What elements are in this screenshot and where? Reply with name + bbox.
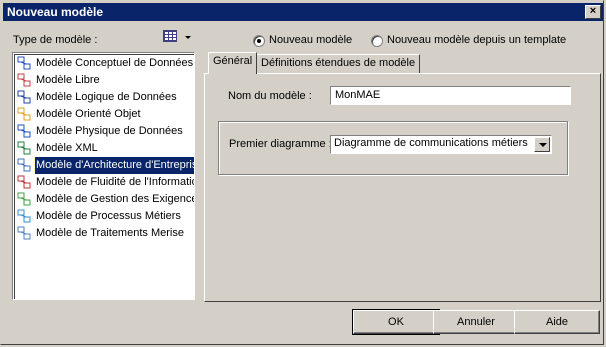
list-item[interactable]: Modèle Conceptuel de Données <box>16 55 194 72</box>
first-diagram-value: Diagramme de communications métiers <box>334 137 528 149</box>
first-diagram-label: Premier diagramme : <box>229 138 332 150</box>
tab-extended-definitions[interactable]: Définitions étendues de modèle <box>256 54 421 73</box>
xml-icon <box>17 141 31 155</box>
from-template-radio[interactable] <box>371 35 383 47</box>
tab-general[interactable]: Général <box>208 52 258 74</box>
list-item-label: Modèle Conceptuel de Données <box>36 57 194 69</box>
model-name-value: MonMAE <box>335 89 381 101</box>
list-item[interactable]: Modèle Physique de Données <box>16 123 194 140</box>
new-model-dialog: Nouveau modèle × Type de modèle : Modèle… <box>0 0 604 345</box>
list-item[interactable]: Modèle Orienté Objet <box>16 106 194 123</box>
tab-extended-definitions-label: Définitions étendues de modèle <box>261 57 416 69</box>
new-model-radio[interactable] <box>253 35 265 47</box>
list-item[interactable]: Modèle Libre <box>16 72 194 89</box>
mld-icon <box>17 90 31 104</box>
list-item-label: Modèle de Traitements Merise <box>36 227 184 239</box>
business-process-icon <box>17 209 31 223</box>
list-item[interactable]: Modèle de Processus Métiers <box>16 208 194 225</box>
model-name-input[interactable]: MonMAE <box>330 86 571 105</box>
model-type-label: Type de modèle : <box>13 34 98 46</box>
merise-icon <box>17 226 31 240</box>
general-tab-panel <box>204 73 601 302</box>
ok-button[interactable]: OK <box>352 309 440 335</box>
view-mode-icon[interactable] <box>163 30 177 42</box>
mcd-icon <box>17 56 31 70</box>
view-mode-dropdown-icon[interactable] <box>185 36 191 39</box>
enterprise-icon <box>17 158 31 172</box>
dialog-title: Nouveau modèle <box>7 5 104 19</box>
chevron-down-icon[interactable] <box>534 137 550 152</box>
list-item[interactable]: Modèle de Fluidité de l'Information <box>16 174 195 191</box>
list-item[interactable]: Modèle Logique de Données <box>16 89 194 106</box>
tab-general-label: Général <box>213 55 253 67</box>
close-icon: × <box>589 5 597 17</box>
list-item-label: Modèle d'Architecture d'Entreprise <box>33 157 194 174</box>
mpd-icon <box>17 124 31 138</box>
list-item-label: Modèle de Gestion des Exigences <box>36 193 195 205</box>
list-item[interactable]: Modèle d'Architecture d'Entreprise <box>16 157 194 174</box>
list-item-label: Modèle Orienté Objet <box>36 108 141 120</box>
list-item[interactable]: Modèle XML <box>16 140 194 157</box>
list-item[interactable]: Modèle de Gestion des Exigences <box>16 191 195 208</box>
from-template-radio-label[interactable]: Nouveau modèle depuis un template <box>387 34 566 46</box>
model-type-list[interactable]: Modèle Conceptuel de Données Modèle Libre… <box>12 52 195 300</box>
title-bar: Nouveau modèle × <box>3 3 603 21</box>
info-flow-icon <box>17 175 31 189</box>
list-item-label: Modèle Physique de Données <box>36 125 183 137</box>
requirements-icon <box>17 192 31 206</box>
close-button[interactable]: × <box>585 5 601 19</box>
moo-icon <box>17 107 31 121</box>
list-item-label: Modèle Libre <box>36 74 100 86</box>
list-item-label: Modèle de Fluidité de l'Information <box>36 176 195 188</box>
first-diagram-select[interactable]: Diagramme de communications métiers <box>330 135 552 154</box>
free-model-icon <box>17 73 31 87</box>
list-item-label: Modèle XML <box>36 142 98 154</box>
help-button[interactable]: Aide <box>514 310 600 334</box>
model-name-label: Nom du modèle : <box>228 90 312 102</box>
cancel-button[interactable]: Annuler <box>433 310 519 334</box>
list-item-label: Modèle Logique de Données <box>36 91 177 103</box>
new-model-radio-label[interactable]: Nouveau modèle <box>269 34 352 46</box>
list-item[interactable]: Modèle de Traitements Merise <box>16 225 194 242</box>
list-item-label: Modèle de Processus Métiers <box>36 210 181 222</box>
